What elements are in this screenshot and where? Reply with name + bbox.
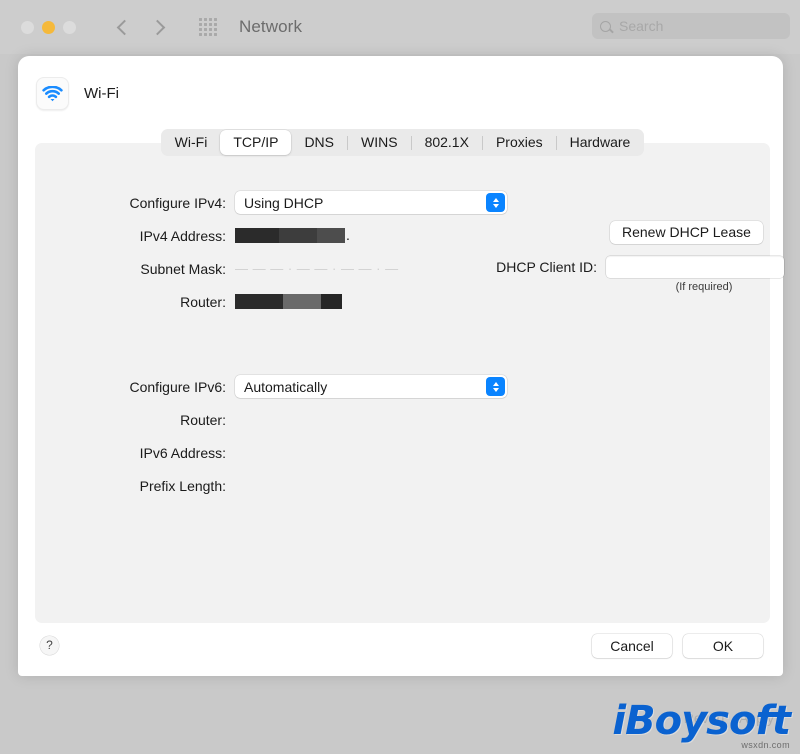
traffic-light-group [21, 21, 76, 34]
ipv4-address-value-redacted: . [235, 228, 350, 243]
chevron-updown-icon [486, 377, 505, 396]
configure-ipv4-row: Configure IPv4: Using DHCP [35, 187, 770, 218]
ipv4-ipv6-spacer [35, 319, 770, 369]
minimize-button[interactable] [42, 21, 55, 34]
tab-bar: Wi-Fi TCP/IP DNS WINS 802.1X Proxies Har… [35, 129, 770, 156]
tab-wins[interactable]: WINS [348, 130, 411, 155]
configure-ipv4-value: Using DHCP [235, 195, 323, 211]
forward-arrow-icon[interactable] [150, 19, 166, 35]
tab-proxies[interactable]: Proxies [483, 130, 556, 155]
ipv6-router-label: Router: [35, 412, 235, 428]
router-value-redacted [235, 294, 342, 309]
service-name: Wi-Fi [84, 85, 119, 102]
ipv6-router-row: Router: [35, 404, 770, 435]
router-label: Router: [35, 294, 235, 310]
sheet-header: Wi-Fi [18, 56, 783, 110]
ipv6-address-label: IPv6 Address: [35, 445, 235, 461]
ok-button[interactable]: OK [683, 634, 763, 658]
navigation-arrows [119, 22, 163, 33]
back-arrow-icon[interactable] [117, 19, 133, 35]
prefix-length-row: Prefix Length: [35, 470, 770, 501]
tcpip-settings-sheet: Wi-Fi Wi-Fi TCP/IP DNS WINS 802.1X Proxi… [18, 56, 783, 676]
cancel-button[interactable]: Cancel [592, 634, 672, 658]
ipv6-address-row: IPv6 Address: [35, 437, 770, 468]
close-button[interactable] [21, 21, 34, 34]
network-preferences-window: Network Search Revert Apply Wi-Fi [0, 0, 800, 754]
configure-ipv4-select[interactable]: Using DHCP [235, 191, 507, 214]
search-field[interactable]: Search [592, 13, 790, 39]
subnet-mask-value: — — — · — — · — — · — [235, 261, 399, 276]
search-icon [600, 21, 611, 32]
tcpip-panel: Wi-Fi TCP/IP DNS WINS 802.1X Proxies Har… [35, 143, 770, 623]
configure-ipv6-select[interactable]: Automatically [235, 375, 507, 398]
show-all-grid-icon[interactable] [199, 18, 217, 36]
configure-ipv6-row: Configure IPv6: Automatically [35, 371, 770, 402]
help-button[interactable]: ? [40, 636, 59, 655]
renew-dhcp-lease-button[interactable]: Renew DHCP Lease [610, 221, 763, 244]
tab-tcpip[interactable]: TCP/IP [220, 130, 291, 155]
tab-8021x[interactable]: 802.1X [412, 130, 482, 155]
configure-ipv6-value: Automatically [235, 379, 327, 395]
watermark: iBoysoft wsxdn.com [612, 700, 790, 750]
zoom-button[interactable] [63, 21, 76, 34]
chevron-updown-icon [486, 193, 505, 212]
dhcp-client-id-hint: (If required) [615, 281, 793, 293]
tab-hardware[interactable]: Hardware [557, 130, 644, 155]
dhcp-client-id-row: DHCP Client ID: [467, 256, 784, 278]
dhcp-client-id-input[interactable] [606, 256, 784, 278]
tab-wifi[interactable]: Wi-Fi [162, 130, 221, 155]
ipv4-address-label: IPv4 Address: [35, 228, 235, 244]
configure-ipv4-label: Configure IPv4: [35, 195, 235, 211]
dhcp-client-id-label: DHCP Client ID: [467, 259, 606, 275]
subnet-mask-label: Subnet Mask: [35, 261, 235, 277]
wifi-icon [36, 77, 69, 110]
watermark-brand: iBoysoft [612, 700, 790, 742]
window-titlebar: Network Search [0, 0, 800, 54]
search-placeholder: Search [619, 18, 663, 34]
page-title: Network [239, 17, 302, 37]
ipv4-address-trailing: . [346, 228, 350, 243]
sheet-footer: ? Cancel OK [18, 624, 783, 676]
tab-dns[interactable]: DNS [291, 130, 347, 155]
prefix-length-label: Prefix Length: [35, 478, 235, 494]
footer-actions: Cancel OK [592, 634, 763, 658]
configure-ipv6-label: Configure IPv6: [35, 379, 235, 395]
